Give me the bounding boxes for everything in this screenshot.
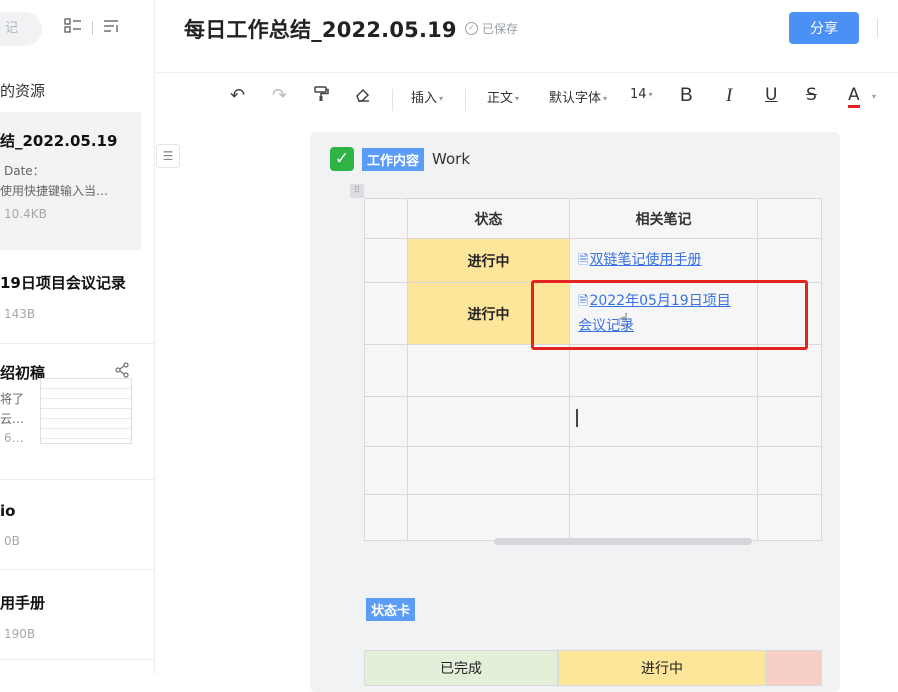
highlight-annotation — [531, 280, 808, 350]
font-size-dropdown[interactable]: 14▾ — [630, 87, 653, 102]
table-cell[interactable] — [365, 495, 408, 541]
insert-dropdown[interactable]: 插入▾ — [411, 87, 443, 106]
document-header: 每日工作总结_2022.05.19 ✓ 已保存 分享 — [156, 0, 898, 70]
note-size: 190B — [0, 627, 155, 641]
work-heading-text: Work — [432, 150, 470, 168]
work-table: 状态 相关笔记 进行中 🗎双链笔记使用手册 进行中 🗎2022年05月19日项目… — [364, 198, 822, 541]
table-cell[interactable] — [365, 345, 408, 397]
save-status: ✓ 已保存 — [465, 20, 518, 37]
sidebar: 记 的资源 结_2022.05.19 Date： 使用快捷键输入当… 10.4K… — [0, 0, 155, 674]
status-card-next[interactable] — [766, 650, 822, 686]
document-title[interactable]: 每日工作总结_2022.05.19 — [184, 14, 457, 44]
font-color-button[interactable]: A — [848, 85, 860, 108]
note-item-io[interactable]: io 0B — [0, 492, 155, 570]
text-cursor — [576, 409, 578, 427]
table-cell[interactable] — [408, 345, 570, 397]
bold-button[interactable]: B — [680, 85, 693, 107]
font-family-dropdown[interactable]: 默认字体▾ — [549, 87, 607, 106]
font-color-dropdown[interactable]: ▾ — [870, 89, 876, 104]
note-item-meeting-record[interactable]: 19日项目会议记录 143B — [0, 262, 155, 344]
note-item-manual[interactable]: 用手册 190B — [0, 582, 155, 660]
underline-button[interactable]: U — [765, 85, 777, 105]
list-view-icon[interactable] — [64, 18, 82, 38]
note-title: 结_2022.05.19 — [0, 130, 141, 151]
note-preview: Date： 使用快捷键输入当… — [0, 161, 141, 201]
note-size: 0B — [0, 534, 155, 548]
table-row — [365, 397, 822, 447]
note-item-intro-draft[interactable]: 绍初稿 将了 云… 6… — [0, 352, 155, 480]
table-header-notes[interactable]: 相关笔记 — [570, 199, 758, 239]
document-icon: 🗎 — [578, 249, 588, 273]
table-cell[interactable] — [570, 447, 758, 495]
format-painter-icon[interactable] — [312, 85, 330, 108]
status-card-row: 已完成 进行中 — [364, 650, 822, 674]
sort-icon[interactable] — [103, 18, 121, 38]
table-row — [365, 447, 822, 495]
table-header-row: 状态 相关笔记 — [365, 199, 822, 239]
table-header-status[interactable]: 状态 — [408, 199, 570, 239]
hand-pointer-icon: ☝ — [618, 310, 629, 331]
table-cell[interactable] — [570, 345, 758, 397]
checkmark-icon: ✓ — [330, 147, 354, 171]
table-cell[interactable] — [365, 447, 408, 495]
strikethrough-button[interactable]: S — [806, 85, 817, 105]
table-cell[interactable] — [758, 447, 822, 495]
editor-toolbar: ↶ ↷ 插入▾ 正文▾ 默认字体▾ 14▾ B I U S A ▾ — [156, 72, 898, 124]
table-header-cell[interactable] — [365, 199, 408, 239]
note-size: 10.4KB — [0, 207, 141, 221]
outline-toggle-icon[interactable]: ☰ — [156, 144, 180, 168]
table-cell[interactable] — [408, 495, 570, 541]
table-cell[interactable] — [365, 397, 408, 447]
status-card-done[interactable]: 已完成 — [364, 650, 558, 686]
table-horizontal-scrollbar[interactable] — [494, 538, 752, 545]
undo-icon[interactable]: ↶ — [230, 85, 245, 106]
table-row — [365, 495, 822, 541]
redo-icon[interactable]: ↷ — [272, 85, 287, 106]
table-cell[interactable] — [758, 239, 822, 283]
sidebar-tools — [64, 18, 121, 38]
table-cell[interactable] — [408, 447, 570, 495]
status-card-tag: 状态卡 — [366, 598, 415, 621]
note-title: 19日项目会议记录 — [0, 272, 155, 293]
note-link-cell[interactable]: 🗎双链笔记使用手册 — [570, 239, 758, 283]
italic-button[interactable]: I — [726, 85, 732, 107]
note-title: io — [0, 502, 155, 520]
share-button[interactable]: 分享 — [789, 12, 859, 44]
status-cell[interactable]: 进行中 — [408, 239, 570, 283]
check-circle-icon: ✓ — [465, 22, 478, 35]
table-cell[interactable] — [365, 239, 408, 283]
table-cell[interactable] — [408, 397, 570, 447]
table-cell[interactable] — [570, 397, 758, 447]
table-cell[interactable] — [570, 495, 758, 541]
work-tag: 工作内容 — [362, 148, 424, 171]
note-title: 用手册 — [0, 592, 155, 613]
table-header-cell[interactable] — [758, 199, 822, 239]
toolbar-divider — [392, 89, 393, 111]
save-status-label: 已保存 — [482, 20, 518, 37]
table-cell[interactable] — [365, 283, 408, 345]
status-card-in-progress[interactable]: 进行中 — [558, 650, 766, 686]
paragraph-style-dropdown[interactable]: 正文▾ — [487, 87, 519, 106]
eraser-icon[interactable] — [354, 85, 372, 108]
table-row — [365, 345, 822, 397]
section-title: 的资源 — [0, 80, 45, 101]
table-cell[interactable] — [758, 495, 822, 541]
table-cell[interactable] — [758, 345, 822, 397]
search-input[interactable]: 记 — [0, 12, 42, 46]
work-block-heading: ✓ 工作内容 Work — [330, 147, 470, 171]
header-divider — [877, 18, 878, 38]
toolbar-divider — [465, 89, 466, 111]
tool-divider — [92, 21, 93, 35]
note-link[interactable]: 双链笔记使用手册 — [589, 252, 701, 268]
table-cell[interactable] — [758, 397, 822, 447]
note-thumbnail — [40, 378, 132, 444]
note-item-daily-summary[interactable]: 结_2022.05.19 Date： 使用快捷键输入当… 10.4KB — [0, 112, 141, 250]
table-row: 进行中 🗎双链笔记使用手册 — [365, 239, 822, 283]
table-drag-handle-icon[interactable]: ⠿ — [350, 184, 364, 198]
note-size: 143B — [0, 307, 155, 321]
